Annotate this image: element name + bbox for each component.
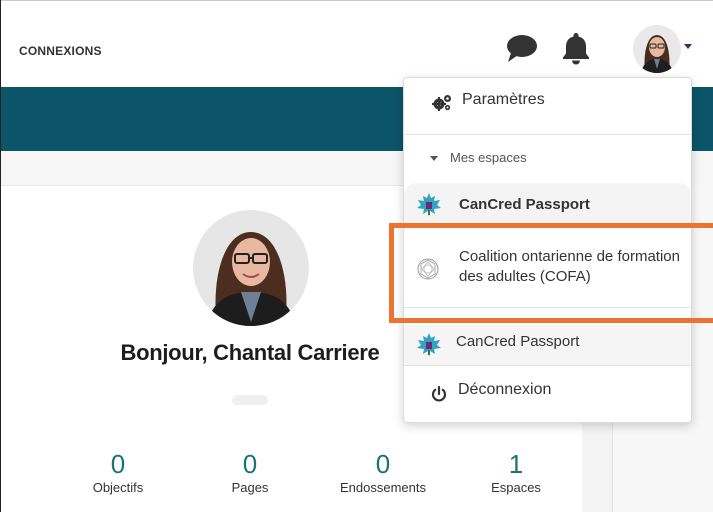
space-item-cancred[interactable]: CanCred Passport [404,325,691,366]
my-spaces-label: Mes espaces [450,150,527,165]
maple-leaf-icon [417,333,441,357]
space-label: CanCred Passport [459,196,590,213]
stat-espaces[interactable]: 1 Espaces [461,450,571,495]
menu-item-settings-label: Paramètres [462,91,545,108]
profile-photo [193,210,309,326]
top-header: CONNEXIONS [1,1,713,87]
space-label: CanCred Passport [456,333,580,350]
avatar-dropdown-caret-icon[interactable] [684,44,692,49]
menu-item-logout-label: Déconnexion [458,381,552,398]
stat-label: Objectifs [92,480,144,495]
stat-value: 1 [508,449,524,479]
menu-item-logout[interactable]: Déconnexion [404,366,691,422]
stat-pages[interactable]: 0 Pages [195,450,305,495]
gears-icon [432,95,451,111]
stat-value: 0 [242,449,258,479]
loading-placeholder [232,395,268,405]
greeting-heading: Bonjour, Chantal Carriere [120,340,380,365]
chat-bubble-icon[interactable] [505,33,539,63]
menu-item-settings[interactable]: Paramètres [404,78,691,135]
caret-down-icon [430,156,438,161]
maple-leaf-icon [417,193,441,217]
power-icon [431,386,447,402]
my-spaces-section[interactable]: Mes espaces [404,135,691,183]
bell-icon[interactable] [561,31,591,65]
stat-endossements[interactable]: 0 Endossements [328,450,438,495]
space-item-cancred-active[interactable]: CanCred Passport [404,183,691,227]
stat-value: 0 [110,449,126,479]
brand-title[interactable]: CONNEXIONS [19,44,102,58]
stat-label: Pages [231,480,269,495]
stat-label: Endossements [340,480,426,495]
stat-objectifs[interactable]: 0 Objectifs [63,450,173,495]
user-avatar[interactable] [633,25,681,73]
stat-label: Espaces [491,480,541,495]
stat-value: 0 [375,449,391,479]
highlight-box [389,223,713,323]
